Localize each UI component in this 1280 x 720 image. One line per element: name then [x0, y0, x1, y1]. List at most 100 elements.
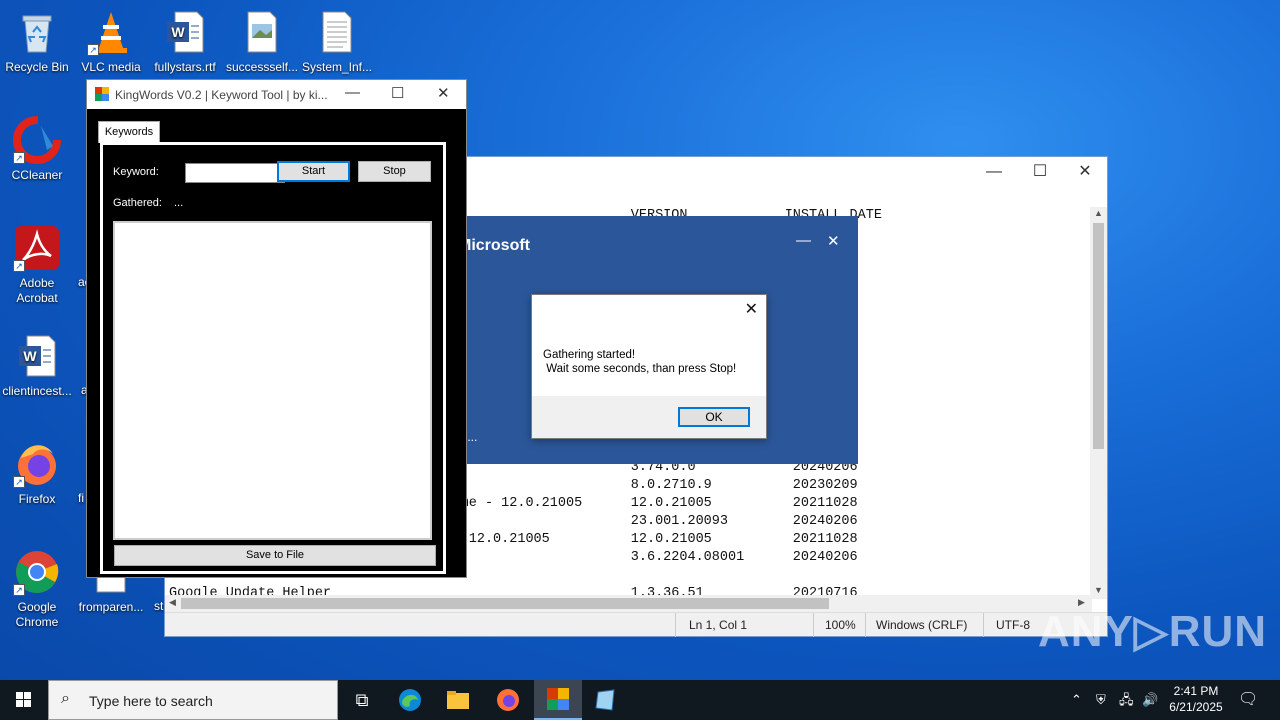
desktop-icon-label: Recycle Bin — [5, 60, 69, 74]
close-button[interactable]: ✕ — [1062, 157, 1108, 187]
stop-button[interactable]: Stop — [358, 161, 431, 182]
task-view-icon[interactable]: ⧉ — [338, 680, 386, 720]
desktop-icon-label: Firefox — [18, 492, 56, 506]
security-icon[interactable]: ⛨ — [1096, 680, 1106, 720]
clock-time: 2:41 PM — [1173, 684, 1219, 698]
vlc-cone-icon: ↗ — [87, 8, 135, 56]
partial-desktop-label: st — [154, 599, 164, 613]
search-icon: ⌕ — [61, 690, 70, 707]
encoding: UTF-8 — [996, 618, 1030, 632]
desktop-icon-label: System_Inf... — [301, 60, 373, 74]
desktop-icon-label: CCleaner — [11, 168, 63, 182]
keyword-results-list[interactable] — [113, 221, 432, 540]
maximize-button[interactable]: ☐ — [1017, 157, 1063, 187]
scroll-down-icon[interactable]: ▼ — [1094, 585, 1103, 595]
desktop-icon-clientincest[interactable]: W clientincest... — [0, 332, 74, 399]
desktop-icon-label: Adobe Acrobat — [16, 276, 58, 305]
scroll-up-icon[interactable]: ▲ — [1094, 208, 1103, 218]
show-hidden-icons-chevron-icon[interactable]: ⌃ — [1071, 680, 1082, 720]
notepad-taskbar-icon[interactable] — [582, 680, 630, 720]
image-file-icon — [238, 8, 286, 56]
file-explorer-icon[interactable] — [434, 680, 482, 720]
taskbar-clock[interactable]: 2:41 PM 6/21/2025 — [1166, 683, 1226, 715]
keyword-label: Keyword: — [113, 166, 159, 178]
horizontal-scroll-thumb[interactable] — [181, 598, 829, 609]
message-footer: OK — [532, 396, 766, 438]
shortcut-arrow-icon: ↗ — [13, 260, 25, 272]
start-button[interactable] — [0, 680, 48, 720]
ok-button[interactable]: OK — [678, 407, 750, 427]
desktop-icon-firefox[interactable]: ↗ Firefox — [0, 440, 74, 507]
vertical-scroll-thumb[interactable] — [1093, 223, 1104, 449]
desktop-icon-system-inf[interactable]: System_Inf... — [300, 8, 374, 75]
adobe-acrobat-icon: ↗ — [13, 224, 61, 272]
svg-text:W: W — [171, 24, 185, 40]
desktop-icon-fullystars[interactable]: W fullystars.rtf — [148, 8, 222, 75]
edge-icon[interactable] — [386, 680, 434, 720]
desktop-icon-vlc[interactable]: ↗ VLC media — [74, 8, 148, 75]
tab-keywords[interactable]: Keywords — [98, 121, 160, 143]
horizontal-scrollbar[interactable]: ◀ ▶ — [165, 595, 1092, 612]
keyword-input[interactable] — [185, 163, 285, 183]
kingwords-titlebar[interactable]: KingWords V0.2 | Keyword Tool | by ki...… — [87, 80, 466, 109]
message-box[interactable]: ✕ Gathering started! Wait some seconds, … — [531, 294, 767, 439]
start-button[interactable]: Start — [277, 161, 350, 182]
desktop-icon-successself[interactable]: successself... — [225, 8, 299, 75]
shortcut-arrow-icon: ↗ — [13, 476, 25, 488]
text-file-icon — [313, 8, 361, 56]
desktop-icon-label: Google Chrome — [15, 600, 59, 629]
firefox-taskbar-icon[interactable] — [484, 680, 532, 720]
partial-desktop-label: fi — [78, 491, 84, 505]
close-button[interactable]: ✕ — [827, 232, 840, 250]
minimize-button[interactable]: — — [796, 232, 811, 249]
kingwords-taskbar-icon[interactable] — [534, 680, 582, 720]
taskbar: ⌕ Type here to search ⧉ ⌃ ⛨ 🖧 🔊 2:41 PM … — [0, 680, 1280, 720]
app-icon — [95, 87, 109, 101]
shortcut-arrow-icon: ↗ — [13, 584, 25, 596]
close-button[interactable]: ✕ — [437, 84, 450, 102]
word-document-icon: W — [13, 332, 61, 380]
svg-text:W: W — [23, 348, 37, 364]
chrome-icon: ↗ — [13, 548, 61, 596]
vertical-scrollbar[interactable]: ▲ ▼ — [1090, 207, 1107, 599]
desktop-icon-label: fullystars.rtf — [154, 60, 216, 74]
window-title: KingWords V0.2 | Keyword Tool | by ki... — [115, 88, 328, 102]
save-to-file-button[interactable]: Save to File — [114, 545, 436, 566]
maximize-button[interactable]: ☐ — [391, 84, 404, 102]
minimize-button[interactable]: — — [345, 84, 360, 101]
shortcut-arrow-icon: ↗ — [13, 152, 25, 164]
desktop-icon-ccleaner[interactable]: ↗ CCleaner — [0, 116, 74, 183]
firefox-icon: ↗ — [13, 440, 61, 488]
desktop-icon-google-chrome[interactable]: ↗ Google Chrome — [0, 548, 74, 630]
gathered-count: ... — [174, 197, 184, 209]
desktop-icon-label: VLC media — [81, 60, 141, 74]
recycle-bin-icon — [13, 8, 61, 56]
desktop-icon-adobe-acrobat[interactable]: ↗ Adobe Acrobat — [0, 224, 74, 306]
windows-logo-icon — [16, 692, 31, 707]
scroll-left-icon[interactable]: ◀ — [169, 597, 176, 608]
status-bar: Ln 1, Col 1 100% Windows (CRLF) UTF-8 — [165, 612, 1107, 637]
desktop-icon-label: fromparen... — [78, 600, 144, 614]
desktop-icon-label: successself... — [225, 60, 299, 74]
clock-date: 6/21/2025 — [1169, 700, 1223, 714]
zoom-level: 100% — [825, 618, 856, 632]
taskbar-search-box[interactable]: ⌕ Type here to search — [48, 680, 338, 720]
network-icon[interactable]: 🖧 — [1119, 680, 1134, 720]
gathered-label: Gathered: — [113, 197, 162, 209]
shortcut-arrow-icon: ↗ — [87, 44, 99, 56]
volume-icon[interactable]: 🔊 — [1142, 680, 1158, 720]
message-text: Gathering started! Wait some seconds, th… — [543, 349, 737, 375]
keywords-panel: Keyword: Start Stop Gathered: ... Save t… — [100, 142, 446, 574]
ccleaner-icon: ↗ — [13, 116, 61, 164]
anyrun-watermark: ANY▷RUN — [1038, 607, 1268, 656]
office-dialog-title: Microsoft — [458, 237, 530, 254]
kingwords-window[interactable]: KingWords V0.2 | Keyword Tool | by ki...… — [86, 79, 467, 578]
desktop-icon-recycle-bin[interactable]: Recycle Bin — [0, 8, 74, 75]
minimize-button[interactable]: — — [971, 157, 1017, 187]
desktop-icon-label: clientincest... — [2, 384, 72, 398]
notifications-icon[interactable]: 🗨 — [1238, 680, 1258, 720]
line-ending: Windows (CRLF) — [876, 618, 968, 632]
word-document-icon: W — [161, 8, 209, 56]
close-button[interactable]: ✕ — [745, 299, 758, 319]
cursor-position: Ln 1, Col 1 — [689, 618, 748, 632]
